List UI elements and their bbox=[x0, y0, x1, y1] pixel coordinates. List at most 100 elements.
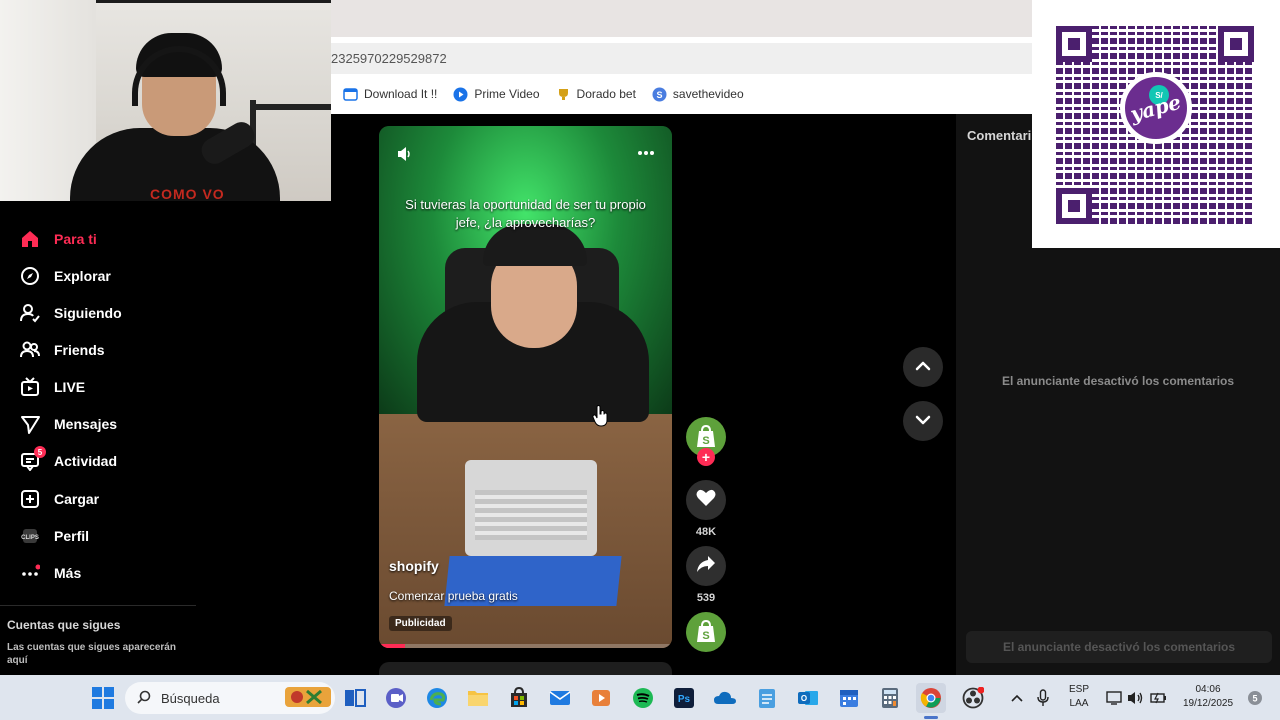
system-clock[interactable]: 04:06 19/12/2025 bbox=[1176, 683, 1240, 711]
sidebar-item-label: Más bbox=[54, 565, 82, 581]
bookmark-download-it[interactable]: Download It !! bbox=[343, 87, 437, 102]
volume-icon[interactable] bbox=[397, 146, 413, 167]
sidebar-item-cargar[interactable]: Cargar bbox=[20, 489, 99, 509]
calculator-icon[interactable] bbox=[875, 683, 905, 713]
onedrive-icon[interactable] bbox=[710, 683, 740, 713]
bookmark-dorado-bet[interactable]: Dorado bet bbox=[556, 87, 636, 102]
sidebar-item-perfil[interactable]: CLIPS Perfil bbox=[20, 526, 89, 546]
microphone-icon[interactable] bbox=[1028, 683, 1058, 713]
taskbar-search[interactable]: Búsqueda bbox=[125, 682, 335, 714]
sidebar-item-explorar[interactable]: Explorar bbox=[20, 266, 111, 286]
microsoft-store-icon[interactable] bbox=[504, 683, 534, 713]
like-button[interactable] bbox=[686, 480, 726, 520]
notepad-icon[interactable] bbox=[752, 683, 782, 713]
teams-icon[interactable] bbox=[381, 683, 411, 713]
video-username[interactable]: shopify bbox=[389, 558, 439, 574]
webcam-cable bbox=[96, 0, 331, 3]
spotify-icon[interactable] bbox=[628, 683, 658, 713]
user-follow-icon bbox=[20, 303, 40, 323]
share-button[interactable] bbox=[686, 546, 726, 586]
sidebar-divider bbox=[0, 605, 196, 606]
search-label: Búsqueda bbox=[161, 690, 220, 706]
share-count: 539 bbox=[696, 592, 716, 604]
search-icon bbox=[137, 690, 151, 707]
friends-icon bbox=[20, 340, 40, 360]
compass-icon bbox=[20, 266, 40, 286]
media-player-icon[interactable] bbox=[586, 683, 616, 713]
calendar-icon[interactable] bbox=[834, 683, 864, 713]
bookmark-label: Dorado bet bbox=[576, 87, 636, 101]
follow-plus-button[interactable]: + bbox=[697, 448, 715, 466]
browser-tab-strip bbox=[331, 0, 1032, 37]
following-accounts-desc: Las cuentas que sigues aparecerán aquí bbox=[7, 642, 176, 666]
task-view-icon[interactable] bbox=[340, 683, 370, 713]
search-highlight-icon bbox=[285, 685, 331, 712]
video-cta-link[interactable]: Comenzar prueba gratis bbox=[389, 589, 518, 603]
heart-icon bbox=[696, 489, 716, 512]
chrome-active-indicator bbox=[924, 716, 938, 719]
sidebar-item-label: Friends bbox=[54, 342, 105, 358]
windows-taskbar: Búsqueda Ps O ESP LAA 04:06 19/12/2025 5 bbox=[0, 675, 1280, 720]
sidebar-item-siguiendo[interactable]: Siguiendo bbox=[20, 303, 122, 323]
bookmark-savethevideo[interactable]: S savethevideo bbox=[652, 87, 744, 102]
notification-badge: 5 bbox=[34, 446, 46, 458]
bookmark-label: Prime Video bbox=[474, 87, 540, 101]
battery-icon[interactable] bbox=[1144, 683, 1174, 713]
video-player[interactable]: Si tuvieras la oportunidad de ser tu pro… bbox=[379, 126, 672, 648]
chrome-icon[interactable] bbox=[916, 683, 946, 713]
next-video-button[interactable] bbox=[903, 401, 943, 441]
bookmark-label: Download It !! bbox=[364, 87, 438, 101]
svg-text:Ps: Ps bbox=[678, 694, 691, 705]
svg-text:S: S bbox=[702, 630, 709, 642]
bookmarks-bar: Download It !! Prime Video Dorado bet S … bbox=[331, 74, 1032, 114]
sidebar-item-label: Mensajes bbox=[54, 416, 118, 432]
file-explorer-icon[interactable] bbox=[463, 683, 493, 713]
sidebar-item-label: LIVE bbox=[54, 379, 86, 395]
video-caption: Si tuvieras la oportunidad de ser tu pro… bbox=[405, 197, 646, 230]
sidebar-item-mensajes[interactable]: Mensajes bbox=[20, 414, 117, 434]
more-options-icon[interactable] bbox=[637, 140, 655, 161]
obs-icon[interactable] bbox=[958, 683, 988, 713]
share-arrow-icon bbox=[696, 555, 716, 578]
sidebar-item-label: Perfil bbox=[54, 528, 90, 544]
sidebar-item-friends[interactable]: Friends bbox=[20, 340, 105, 360]
home-icon bbox=[20, 229, 40, 249]
windows-start-icon[interactable] bbox=[88, 683, 118, 713]
video-progress-bar[interactable] bbox=[379, 644, 672, 648]
comment-input-disabled: El anunciante desactivó los comentarios bbox=[966, 631, 1272, 663]
sidebar-item-mas[interactable]: Más bbox=[20, 563, 81, 583]
s-logo-icon: S bbox=[652, 87, 667, 102]
sidebar-item-para-ti[interactable]: Para ti bbox=[20, 229, 97, 249]
upload-icon bbox=[20, 489, 40, 509]
clock-date: 19/12/2025 bbox=[1182, 698, 1234, 709]
address-bar[interactable]: 2325970229529872 bbox=[331, 43, 1032, 74]
bookmark-prime-video[interactable]: Prime Video bbox=[453, 87, 540, 102]
comments-disabled-message: El anunciante desactivó los comentarios bbox=[1001, 374, 1235, 388]
edge-icon[interactable] bbox=[422, 683, 452, 713]
webcam-overlay: COMO VO bbox=[0, 0, 331, 201]
next-video-preview bbox=[379, 662, 672, 675]
sidebar-item-actividad[interactable]: 5 Actividad bbox=[20, 446, 117, 471]
qr-finder-bottom-left bbox=[1056, 188, 1092, 224]
clock-time: 04:06 bbox=[1195, 684, 1221, 695]
shopify-shop-button[interactable]: S bbox=[686, 612, 726, 652]
like-count: 48K bbox=[695, 526, 717, 538]
language-code: ESP bbox=[1068, 684, 1089, 695]
svg-text:S: S bbox=[656, 90, 662, 100]
outlook-icon[interactable]: O bbox=[793, 683, 823, 713]
chevron-down-icon bbox=[915, 412, 931, 430]
comments-title: Comentari bbox=[967, 128, 1032, 143]
mail-icon[interactable] bbox=[545, 683, 575, 713]
qr-finder-top-left bbox=[1056, 26, 1092, 62]
sidebar-item-live[interactable]: LIVE bbox=[20, 377, 85, 397]
send-icon bbox=[20, 414, 40, 434]
input-language[interactable]: ESP LAA bbox=[1062, 683, 1096, 711]
previous-video-button[interactable] bbox=[903, 347, 943, 387]
notification-center-icon[interactable]: 5 bbox=[1240, 683, 1270, 713]
photoshop-icon[interactable]: Ps bbox=[669, 683, 699, 713]
trophy-icon bbox=[556, 87, 571, 102]
yape-qr-overlay: S/ yape bbox=[1032, 0, 1280, 248]
sidebar-item-label: Explorar bbox=[54, 268, 111, 284]
video-laptop-keyboard bbox=[475, 490, 587, 540]
play-icon bbox=[453, 87, 468, 102]
